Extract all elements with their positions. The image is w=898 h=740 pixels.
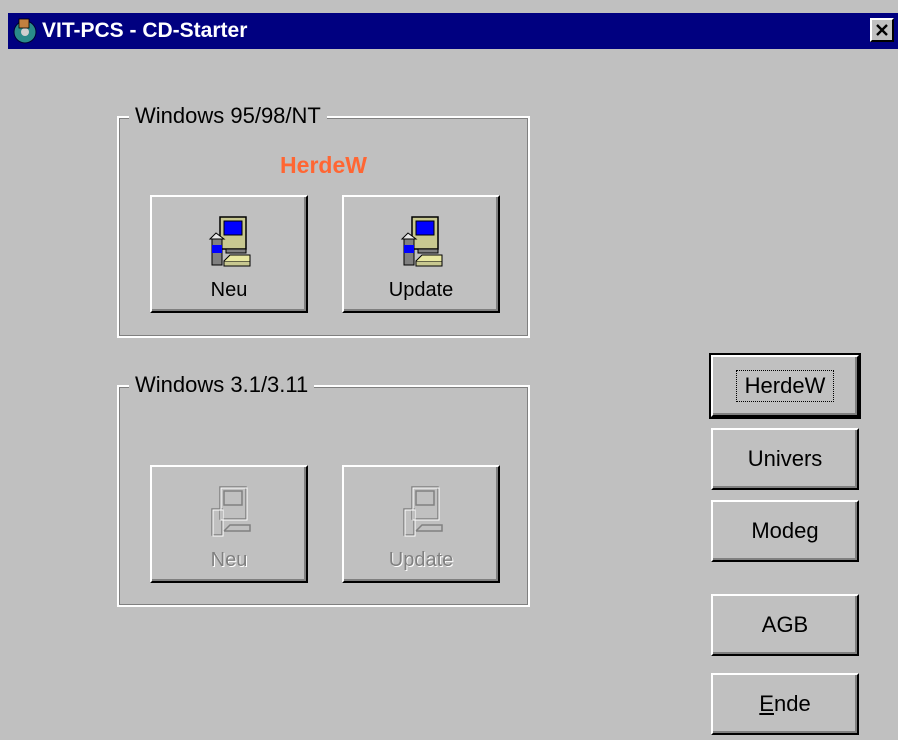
agb-button-label: AGB [761,612,809,637]
setup-computer-icon [400,216,443,267]
group-windows-31: Windows 3.1/3.11 Neu Update [117,371,530,607]
cd-starter-window: VIT-PCS - CD-Starter Windows 95/98/NT He… [0,0,898,740]
install-update-label: Update [388,279,454,301]
herdew-button[interactable]: HerdeW [709,353,861,419]
close-button[interactable] [870,18,894,42]
install-new-label: Neu [210,279,248,301]
modeg-button[interactable]: Modeg [711,500,859,562]
install-update-button-disabled: Update [342,465,500,583]
setup-computer-icon-disabled [211,486,251,537]
agb-button[interactable]: AGB [711,594,859,656]
close-icon [876,24,888,36]
group-legend-windows-31: Windows 3.1/3.11 [129,371,315,399]
setup-computer-icon-disabled [403,486,443,537]
title-bar[interactable]: VIT-PCS - CD-Starter [8,13,898,49]
window-title: VIT-PCS - CD-Starter [42,19,248,42]
install-update-button[interactable]: Update [342,195,500,313]
exit-rest: nde [773,691,811,716]
group-windows-95: Windows 95/98/NT HerdeW Neu Update [117,102,530,338]
setup-computer-icon [208,216,251,267]
herdew-button-label: HerdeW [735,370,835,402]
group-legend-windows-95: Windows 95/98/NT [129,102,327,130]
install-new-button-disabled: Neu [150,465,308,583]
exit-mnemonic: E [759,691,774,716]
product-label: HerdeW [280,152,367,178]
univers-button-label: Univers [747,446,823,471]
app-icon [13,18,37,44]
install-new-button[interactable]: Neu [150,195,308,313]
install-update-label-disabled: Update [388,549,454,571]
exit-button-label: Ende [759,691,810,717]
exit-button[interactable]: Ende [711,673,859,735]
univers-button[interactable]: Univers [711,428,859,490]
install-new-label-disabled: Neu [210,549,248,571]
modeg-button-label: Modeg [751,518,819,543]
